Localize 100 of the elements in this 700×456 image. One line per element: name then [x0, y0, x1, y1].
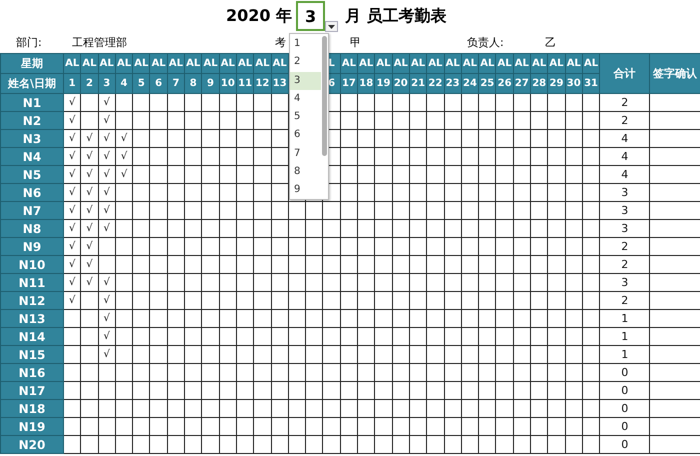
name-cell: N17: [0, 382, 64, 400]
attendance-cell: √: [64, 112, 81, 130]
weekday-cell: AL: [340, 54, 358, 74]
name-cell: N14: [0, 328, 64, 346]
attendance-cell: √: [64, 256, 81, 274]
weekday-cell: AL: [236, 54, 254, 74]
day-cell: 1: [64, 74, 81, 94]
header-cell: 合计: [600, 54, 650, 94]
dropdown-option[interactable]: 1: [290, 35, 321, 54]
attendance-cell: √: [98, 94, 116, 112]
month-cell[interactable]: 3: [296, 1, 326, 31]
dropdown-option[interactable]: 4: [290, 90, 321, 108]
attendance-cell: √: [80, 220, 98, 238]
title-text: 月 员工考勤表: [345, 6, 447, 26]
name-cell: N12: [0, 292, 64, 310]
name-cell: N19: [0, 418, 64, 436]
attendance-cell: √: [98, 274, 116, 292]
attendance-cell: √: [64, 220, 81, 238]
attendance-cell: √: [115, 130, 133, 148]
dropdown-option[interactable]: 8: [290, 163, 321, 182]
attendance-cell: √: [98, 202, 116, 220]
attendance-cell: √: [64, 184, 81, 202]
attendance-cell: √: [80, 148, 98, 166]
weekday-cell: AL: [184, 54, 202, 74]
attendance-cell: √: [98, 148, 116, 166]
total-cell: 0: [600, 364, 650, 382]
title-year: 2020 年: [226, 6, 292, 26]
day-cell: 18: [358, 74, 375, 94]
total-cell: 1: [600, 328, 650, 346]
weekday-cell: AL: [513, 54, 531, 74]
total-cell: 1: [600, 310, 650, 328]
attendance-cell: √: [64, 148, 81, 166]
attendance-cell: √: [98, 130, 116, 148]
dropdown-option[interactable]: 6: [290, 126, 321, 145]
name-cell: N6: [0, 184, 64, 202]
name-cell: N18: [0, 400, 64, 418]
weekday-cell: AL: [132, 54, 150, 74]
attendance-cell: √: [115, 166, 133, 184]
name-cell: N1: [0, 94, 64, 112]
dropdown-button[interactable]: [325, 21, 338, 32]
header-cell: 姓名\日期: [0, 74, 64, 94]
attendance-cell: √: [98, 310, 116, 328]
dropdown-option[interactable]: 9: [290, 181, 321, 200]
day-cell: 23: [444, 74, 462, 94]
weekday-cell: AL: [115, 54, 133, 74]
header-cell: 签字确认: [650, 54, 700, 94]
total-cell: 1: [600, 346, 650, 364]
weekday-cell: AL: [548, 54, 566, 74]
total-cell: 3: [600, 220, 650, 238]
name-cell: N15: [0, 346, 64, 364]
attendance-cell: √: [115, 148, 133, 166]
weekday-cell: AL: [565, 54, 582, 74]
total-cell: 3: [600, 184, 650, 202]
name-cell: N16: [0, 364, 64, 382]
scrollbar-thumb[interactable]: [322, 36, 327, 156]
weekday-cell: AL: [444, 54, 462, 74]
weekday-cell: AL: [167, 54, 185, 74]
attendance-cell: √: [64, 292, 81, 310]
info-label: 考: [275, 35, 286, 50]
name-cell: N11: [0, 274, 64, 292]
total-cell: 3: [600, 274, 650, 292]
weekday-cell: AL: [80, 54, 98, 74]
day-cell: 5: [132, 74, 150, 94]
info-label: 部门:: [16, 35, 42, 50]
total-cell: 2: [600, 238, 650, 256]
dropdown-option[interactable]: 3: [290, 72, 321, 90]
name-cell: N9: [0, 238, 64, 256]
name-cell: N2: [0, 112, 64, 130]
dropdown-option[interactable]: 5: [290, 108, 321, 126]
attendance-cell: √: [80, 274, 98, 292]
total-cell: 0: [600, 436, 650, 454]
attendance-cell: √: [98, 292, 116, 310]
name-cell: N3: [0, 130, 64, 148]
weekday-cell: AL: [478, 54, 496, 74]
weekday-cell: AL: [530, 54, 548, 74]
attendance-cell: √: [64, 166, 81, 184]
attendance-cell: √: [80, 202, 98, 220]
weekday-cell: AL: [409, 54, 427, 74]
day-cell: 3: [98, 74, 116, 94]
attendance-cell: √: [64, 202, 81, 220]
weekday-cell: AL: [582, 54, 600, 74]
attendance-cell: √: [64, 274, 81, 292]
total-cell: 4: [600, 166, 650, 184]
total-cell: 4: [600, 148, 650, 166]
dropdown-option[interactable]: 2: [290, 53, 321, 72]
weekday-cell: AL: [496, 54, 514, 74]
info-value: 甲: [350, 35, 361, 50]
attendance-cell: √: [98, 346, 116, 364]
weekday-cell: AL: [254, 54, 272, 74]
weekday-cell: AL: [98, 54, 116, 74]
total-cell: 2: [600, 292, 650, 310]
attendance-cell: √: [64, 130, 81, 148]
attendance-cell: √: [98, 220, 116, 238]
attendance-cell: √: [98, 328, 116, 346]
day-cell: 8: [184, 74, 202, 94]
total-cell: 3: [600, 202, 650, 220]
total-cell: 0: [600, 400, 650, 418]
attendance-cell: √: [64, 94, 81, 112]
day-cell: 25: [478, 74, 496, 94]
dropdown-option[interactable]: 7: [290, 144, 321, 164]
